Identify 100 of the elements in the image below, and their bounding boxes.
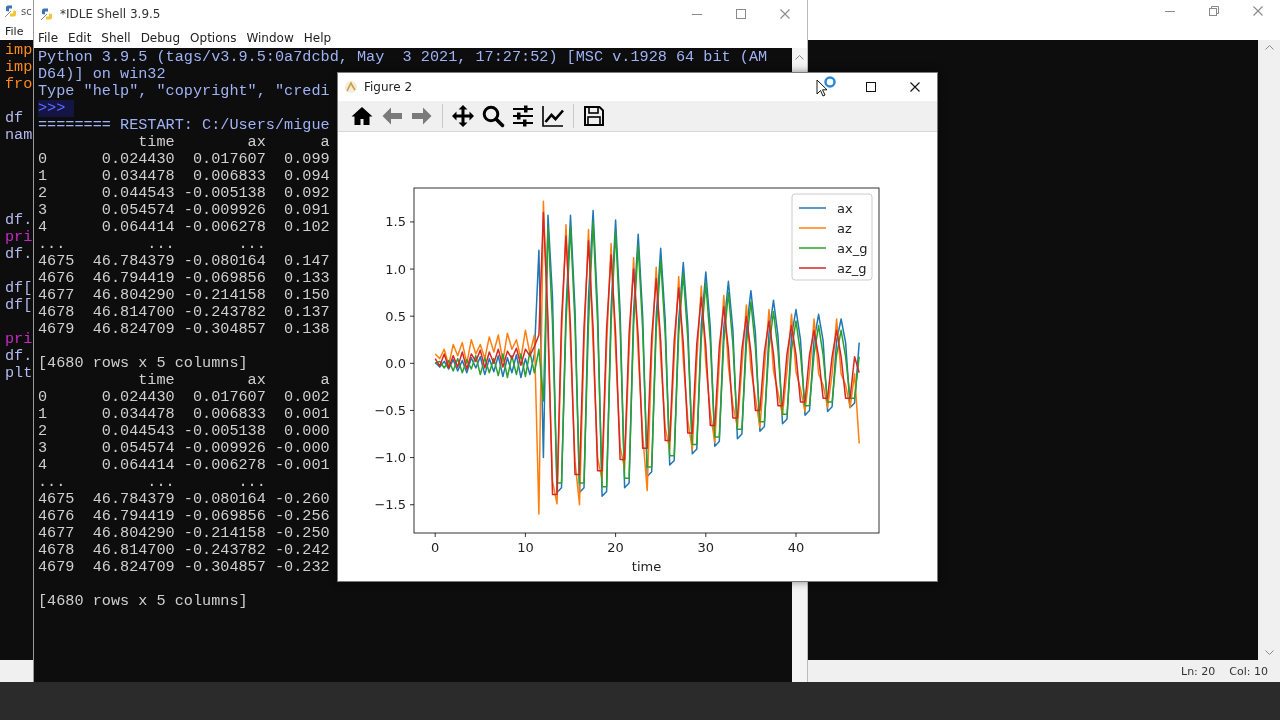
menu-item[interactable]: Debug — [140, 31, 181, 45]
legend-label: ax — [837, 200, 853, 216]
output-line: ... ... ... — [38, 474, 266, 491]
menu-item[interactable]: Window — [246, 31, 294, 45]
scroll-up-icon[interactable] — [1264, 44, 1274, 50]
tick-label: 30 — [697, 540, 715, 555]
output-line: time ax a — [137, 372, 330, 389]
scroll-down-icon[interactable] — [1264, 650, 1274, 656]
tick-label: 10 — [517, 540, 534, 555]
tick-mark — [434, 532, 436, 538]
tick-mark — [795, 532, 797, 538]
code-text: df. — [5, 246, 33, 263]
output-line: time ax a — [137, 134, 330, 151]
output-line: 4679 46.824709 -0.304857 -0.232 — [38, 559, 330, 576]
code-text: df. — [5, 212, 33, 229]
menu-item[interactable]: Edit — [68, 31, 92, 45]
output-line: 0 0.024430 0.017607 0.002 — [38, 389, 330, 406]
code-text: pri — [5, 331, 33, 348]
output-line: 4676 46.794419 -0.069856 -0.256 — [38, 508, 330, 525]
tick-label: −1.0 — [374, 450, 406, 466]
shell-prompt: >>> — [38, 100, 75, 117]
app-icon — [4, 4, 18, 18]
output-line: 4 0.064414 -0.006278 0.102 — [38, 219, 330, 236]
sliders-icon[interactable] — [511, 104, 535, 128]
tick-mark — [409, 315, 415, 317]
tick-mark — [409, 268, 415, 270]
legend-label: az — [837, 220, 852, 236]
tick-label: 0 — [431, 540, 440, 555]
output-line: 1 0.034478 0.006833 0.001 — [38, 406, 330, 423]
code-text: df — [5, 110, 24, 127]
code-text: imp — [5, 42, 33, 59]
window-title: *IDLE Shell 3.9.5 — [60, 7, 161, 21]
banner-text: D64)] on win32 — [38, 66, 166, 83]
tick-mark — [525, 532, 526, 538]
tick-label: 40 — [787, 540, 805, 555]
code-text: df. — [5, 348, 33, 365]
output-line: 4 0.064414 -0.006278 -0.001 — [38, 457, 330, 474]
menu-item[interactable]: Help — [303, 31, 332, 45]
tick-label: −1.5 — [374, 497, 406, 513]
tick-mark — [409, 221, 415, 223]
output-line: ... ... ... — [38, 236, 266, 253]
tick-label: 20 — [607, 540, 624, 555]
window-title: sc — [21, 5, 32, 17]
scroll-up-icon[interactable] — [795, 54, 804, 60]
home-icon[interactable] — [350, 104, 374, 128]
status-text: Ln: 20 — [1181, 664, 1216, 678]
output-line: 4678 46.814700 -0.243782 0.137 — [38, 304, 330, 321]
window-title: Figure 2 — [364, 80, 413, 94]
code-text: fro — [5, 76, 33, 93]
output-line: 1 0.034478 0.006833 0.094 — [38, 168, 330, 185]
output-line: 4675 46.784379 -0.080164 -0.260 — [38, 491, 330, 508]
code-text: plt — [5, 365, 33, 382]
code-text: pri — [5, 229, 33, 246]
menu-item[interactable]: File — [38, 31, 59, 45]
tick-label: 0.5 — [385, 308, 406, 324]
tick-mark — [409, 504, 415, 506]
banner-text: Python 3.9.5 (tags/v3.9.5:0a7dcbd, May 3 2021, 17:27:52) [MSC v.1928 64 bit (AM — [38, 49, 768, 66]
menu-item[interactable]: File — [5, 24, 24, 38]
tick-label: −0.5 — [374, 402, 406, 418]
output-line: 4675 46.784379 -0.080164 0.147 — [38, 253, 330, 270]
app-icon — [344, 80, 358, 94]
code-text: nam — [5, 127, 33, 144]
tick-label: 1.0 — [385, 261, 406, 277]
tick-mark — [705, 532, 707, 538]
maximize-icon[interactable] — [866, 82, 876, 92]
output-line: 4678 46.814700 -0.243782 -0.242 — [38, 542, 330, 559]
restore-icon[interactable] — [1209, 6, 1219, 16]
search-icon[interactable] — [481, 104, 505, 128]
busy-cursor-icon — [816, 76, 838, 98]
output-line: [4680 rows x 5 columns] — [38, 355, 248, 372]
output-line: 3 0.054574 -0.009926 0.091 — [38, 202, 330, 219]
output-line: 4676 46.794419 -0.069856 0.133 — [38, 270, 330, 287]
tick-label: 0.0 — [385, 355, 406, 371]
output-line: 2 0.044543 -0.005138 0.092 — [38, 185, 330, 202]
tick-mark — [409, 410, 415, 411]
restart-line: ======== RESTART: C:/Users/migue — [38, 117, 330, 134]
output-line: 3 0.054574 -0.009926 -0.000 — [38, 440, 330, 457]
close-icon[interactable] — [910, 82, 920, 92]
code-text: df[ — [5, 297, 33, 314]
legend-label: az_g — [837, 260, 867, 276]
axis-label: time — [631, 559, 662, 574]
code-text: df[ — [5, 280, 33, 297]
output-line: 4677 46.804290 -0.214158 -0.250 — [38, 525, 330, 542]
move-icon[interactable] — [451, 104, 475, 128]
output-line: 0 0.024430 0.017607 0.099 — [38, 151, 330, 168]
legend-label: ax_g — [837, 240, 868, 256]
tick-mark — [409, 457, 415, 458]
status-text: Col: 10 — [1229, 664, 1268, 678]
output-line: 2 0.044543 -0.005138 0.000 — [38, 423, 330, 440]
output-line: [4680 rows x 5 columns] — [38, 593, 248, 610]
tick-label: 1.5 — [385, 214, 406, 230]
line-chart-icon[interactable] — [541, 104, 565, 128]
output-line: 4677 46.804290 -0.214158 0.150 — [38, 287, 330, 304]
tick-mark — [615, 532, 616, 538]
app-icon — [40, 7, 54, 21]
output-line: 4679 46.824709 -0.304857 0.138 — [38, 321, 330, 338]
banner-text: Type "help", "copyright", "credi — [38, 83, 330, 100]
menu-item[interactable]: Options — [190, 31, 237, 45]
menu-item[interactable]: Shell — [101, 31, 131, 45]
tick-mark — [409, 362, 415, 364]
